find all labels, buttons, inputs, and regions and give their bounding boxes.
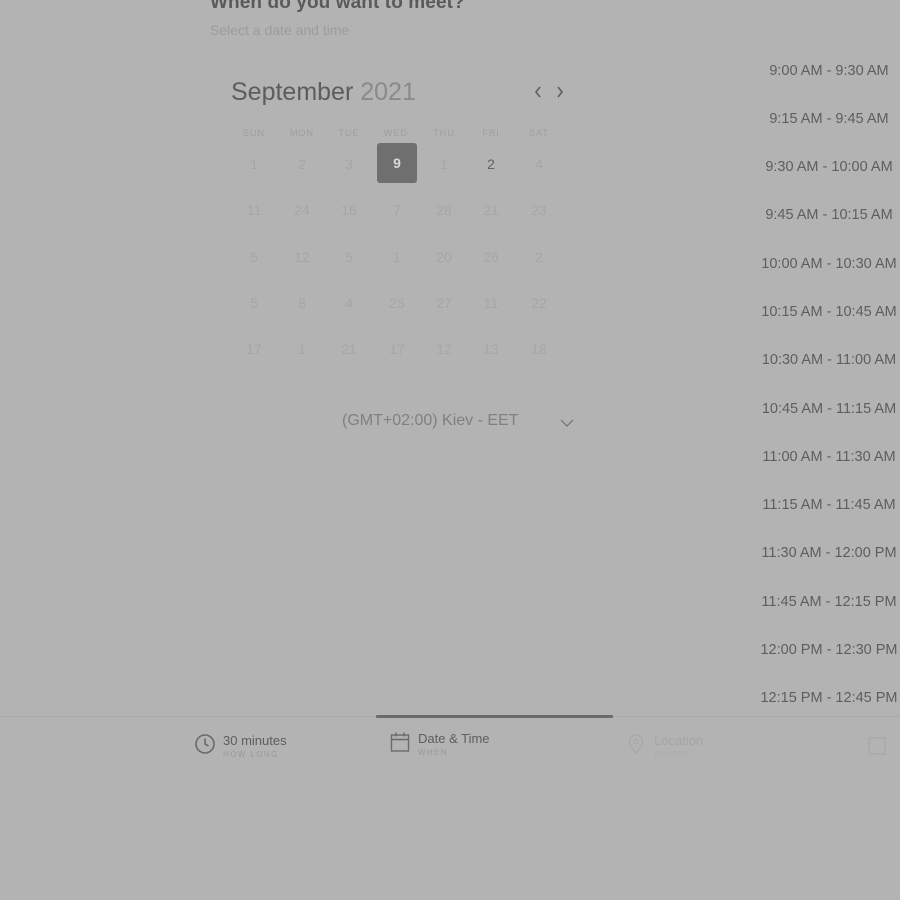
calendar-day-selected[interactable]: 9 — [377, 143, 417, 183]
weekday-tue: TUE — [338, 128, 360, 138]
calendar-day: 12 — [436, 341, 452, 357]
time-slot[interactable]: 9:15 AM - 9:45 AM — [752, 104, 900, 134]
next-month-button[interactable] — [551, 83, 569, 101]
document-icon — [868, 737, 886, 755]
step-duration[interactable]: 30 minutes HOW LONG — [194, 733, 287, 759]
calendar-day: 17 — [389, 341, 405, 357]
step-date-time-title: Date & Time — [418, 731, 490, 746]
calendar-day: 26 — [483, 249, 499, 265]
time-slot[interactable]: 11:00 AM - 11:30 AM — [752, 442, 900, 472]
calendar-day: 25 — [389, 295, 405, 311]
calendar-day: 5 — [250, 249, 258, 265]
step-duration-title: 30 minutes — [223, 733, 287, 748]
calendar-day: 20 — [436, 249, 452, 265]
calendar-day: 12 — [294, 249, 310, 265]
calendar-day: 22 — [531, 295, 547, 311]
page-title: When do you want to meet? — [210, 0, 465, 13]
weekday-mon: MON — [290, 128, 314, 138]
calendar-day: 2 — [298, 156, 306, 172]
calendar-day: 1 — [298, 341, 306, 357]
calendar-day: 11 — [483, 295, 499, 311]
time-slot[interactable]: 10:30 AM - 11:00 AM — [752, 345, 900, 375]
time-slot[interactable]: 11:15 AM - 11:45 AM — [752, 490, 900, 520]
calendar-day: 13 — [483, 341, 499, 357]
timezone-select[interactable]: (GMT+02:00) Kiev - EET — [342, 412, 519, 430]
step-next[interactable] — [866, 735, 895, 757]
weekday-thu: THU — [433, 128, 455, 138]
time-slot[interactable]: 12:00 PM - 12:30 PM — [752, 635, 900, 665]
time-slot[interactable]: 10:45 AM - 11:15 AM — [752, 394, 900, 424]
calendar-day: 21 — [483, 202, 499, 218]
step-duration-subtitle: HOW LONG — [223, 750, 279, 759]
weekday-sun: SUN — [242, 128, 265, 138]
time-slot[interactable]: 10:00 AM - 10:30 AM — [752, 249, 900, 279]
chevron-down-icon[interactable] — [560, 417, 574, 429]
calendar-icon — [390, 732, 410, 752]
chevron-right-icon — [557, 86, 564, 98]
previous-month-button[interactable] — [529, 83, 547, 101]
calendar-day: 1 — [440, 156, 448, 172]
location-pin-icon — [628, 734, 644, 755]
time-slot[interactable]: 10:15 AM - 10:45 AM — [752, 297, 900, 327]
calendar-day: 21 — [341, 341, 357, 357]
calendar-year: 2021 — [360, 78, 416, 106]
calendar-day: 2 — [535, 249, 543, 265]
time-slot[interactable]: 11:45 AM - 12:15 PM — [752, 587, 900, 617]
step-location[interactable]: Location WHERE — [625, 733, 703, 759]
step-date-time-subtitle: WHEN — [418, 748, 449, 757]
calendar-day: 7 — [393, 202, 401, 218]
time-slot[interactable]: 9:00 AM - 9:30 AM — [752, 56, 900, 86]
time-slot[interactable]: 12:15 PM - 12:45 PM — [752, 683, 900, 713]
calendar-day: 4 — [535, 156, 543, 172]
calendar-month: September — [231, 78, 354, 106]
step-location-subtitle: WHERE — [654, 750, 691, 759]
calendar-day: 5 — [345, 249, 353, 265]
calendar-day: 5 — [250, 295, 258, 311]
calendar-day: 1 — [250, 156, 258, 172]
calendar-day: 16 — [341, 202, 357, 218]
calendar-day: 23 — [531, 202, 547, 218]
clock-icon — [195, 734, 215, 754]
step-progress-indicator — [376, 715, 613, 718]
calendar-day: 8 — [298, 295, 306, 311]
calendar-day: 1 — [393, 249, 401, 265]
weekday-sat: SAT — [529, 128, 549, 138]
calendar-day: 3 — [345, 156, 353, 172]
calendar-day-available[interactable]: 2 — [471, 144, 511, 184]
calendar-day: 17 — [246, 341, 262, 357]
weekday-wed: WED — [384, 128, 408, 138]
calendar-month-label: September 2021 — [231, 78, 416, 107]
weekday-fri: FRI — [482, 128, 500, 138]
calendar-day: 27 — [436, 295, 452, 311]
calendar-day: 28 — [436, 202, 452, 218]
calendar-day: 24 — [294, 202, 310, 218]
step-date-time[interactable]: Date & Time WHEN — [389, 731, 490, 757]
calendar-day: 11 — [246, 202, 262, 218]
time-slot[interactable]: 9:30 AM - 10:00 AM — [752, 152, 900, 182]
step-location-title: Location — [654, 733, 704, 748]
chevron-left-icon — [534, 86, 541, 98]
calendar-day: 18 — [531, 341, 547, 357]
time-slot[interactable]: 11:30 AM - 12:00 PM — [752, 538, 900, 568]
calendar-day: 4 — [345, 295, 353, 311]
page-subtitle: Select a date and time — [210, 22, 350, 38]
time-slot[interactable]: 9:45 AM - 10:15 AM — [752, 200, 900, 230]
